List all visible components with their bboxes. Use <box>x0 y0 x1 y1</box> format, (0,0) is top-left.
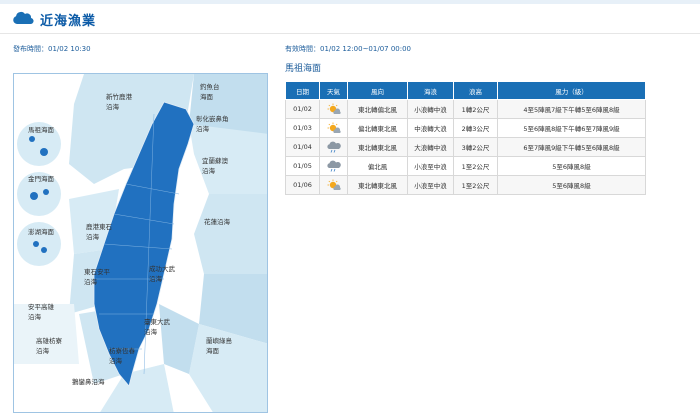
col-wind-dir: 風向 <box>347 81 408 100</box>
date-cell: 01/06 <box>285 175 320 195</box>
label-matsu: 馬祖海面 <box>28 126 54 134</box>
force-cell: 4至5陣風7級下午轉5至6陣風8級 <box>497 99 646 119</box>
zone-yilan[interactable] <box>194 194 268 274</box>
page-title: 近海漁業 <box>40 14 97 29</box>
label-hualien: 花蓮沿海 <box>204 218 230 226</box>
table-row: 01/03 偏北轉東北風 中浪轉大浪 2轉3公尺 5至6陣風8級下午轉6至7陣風9級 <box>285 118 646 138</box>
table-row: 01/02 東北轉偏北風 小浪轉中浪 1轉2公尺 4至5陣風7級下午轉5至6陣風8級 <box>285 99 646 119</box>
height-cell: 1至2公尺 <box>453 175 498 195</box>
wave-cell: 小浪轉中浪 <box>407 99 454 119</box>
label-dawu: 臺東大武 沿海 <box>144 318 170 336</box>
wind-dir-cell: 東北轉東北風 <box>347 175 408 195</box>
date-cell: 01/05 <box>285 156 320 176</box>
wind-dir-cell: 偏北風 <box>347 156 408 176</box>
label-eluanbi: 鵝鑾鼻沿海 <box>72 378 105 386</box>
label-dongshi: 東石安平 沿海 <box>84 268 110 286</box>
force-cell: 5至6陣風8級 <box>497 175 646 195</box>
date-cell: 01/04 <box>285 137 320 157</box>
cloud-icon <box>13 11 34 25</box>
label-penghu: 澎湖海面 <box>28 228 54 236</box>
date-cell: 01/02 <box>285 99 320 119</box>
fishery-map: 新竹鹿港 沿海 釣魚台 海面 彰化嵌鼻角 沿海 馬祖海面 金門海面 宜蘭蘇澳 沿… <box>13 73 268 413</box>
col-force: 風力（級） <box>497 81 646 100</box>
force-cell: 6至7陣風9級下午轉5至6陣風8級 <box>497 137 646 157</box>
cloudy-rain-icon <box>326 160 341 172</box>
height-cell: 2轉3公尺 <box>453 118 498 138</box>
label-anping: 安平高雄 沿海 <box>28 303 54 321</box>
label-kaohsiung: 高雄枋寮 沿海 <box>36 337 62 355</box>
weather-cell <box>319 137 348 157</box>
label-kinmen: 金門海面 <box>28 175 54 183</box>
col-wave: 海浪 <box>407 81 454 100</box>
date-cell: 01/03 <box>285 118 320 138</box>
height-cell: 3轉2公尺 <box>453 137 498 157</box>
label-lugang: 鹿港東石 沿海 <box>86 223 112 241</box>
table-header-row: 日期 天氣 風向 海浪 浪高 風力（級） <box>285 81 646 100</box>
wave-cell: 大浪轉中浪 <box>407 137 454 157</box>
force-cell: 5至6陣風8級下午轉6至7陣風9級 <box>497 118 646 138</box>
label-hsinchu: 新竹鹿港 沿海 <box>106 93 132 111</box>
forecast-table: 日期 天氣 風向 海浪 浪高 風力（級） 01/02 東北轉偏北風 小浪轉中浪 1轉2… <box>285 81 646 195</box>
area-title: 馬祖海面 <box>285 64 322 74</box>
table-row: 01/05 偏北風 小浪至中浪 1至2公尺 5至6陣風8級 <box>285 156 646 176</box>
weather-cell <box>319 118 348 138</box>
sunny-cloudy-icon <box>327 103 341 114</box>
label-yilan: 宜蘭蘇澳 沿海 <box>202 157 228 175</box>
table-row: 01/04 東北轉東北風 大浪轉中浪 3轉2公尺 6至7陣風9級下午轉5至6陣風8級 <box>285 137 646 157</box>
col-height: 浪高 <box>453 81 498 100</box>
label-taitung: 蘭嶼綠島 海面 <box>206 337 232 355</box>
col-weather: 天氣 <box>319 81 348 100</box>
label-chenggong: 成功大武 沿海 <box>149 265 175 283</box>
label-keelung: 彰化嵌鼻角 沿海 <box>196 115 229 133</box>
wave-cell: 中浪轉大浪 <box>407 118 454 138</box>
wind-dir-cell: 偏北轉東北風 <box>347 118 408 138</box>
weather-cell <box>319 99 348 119</box>
label-fangliao: 枋寮恆春 沿海 <box>109 347 135 365</box>
wave-cell: 小浪至中浪 <box>407 175 454 195</box>
cloudy-rain-icon <box>326 141 341 153</box>
height-cell: 1至2公尺 <box>453 156 498 176</box>
label-diaoyutai: 釣魚台 海面 <box>200 83 220 101</box>
valid-time: 有效時間：01/02 12:00~01/07 00:00 <box>285 45 412 53</box>
table-row: 01/06 東北轉東北風 小浪至中浪 1至2公尺 5至6陣風8級 <box>285 175 646 195</box>
col-date: 日期 <box>285 81 320 100</box>
weather-cell <box>319 156 348 176</box>
zone-keelung[interactable] <box>189 124 268 194</box>
height-cell: 1轉2公尺 <box>453 99 498 119</box>
wave-cell: 小浪至中浪 <box>407 156 454 176</box>
wind-dir-cell: 東北轉偏北風 <box>347 99 408 119</box>
sunny-cloudy-icon <box>327 122 341 133</box>
issued-time: 發布時間：01/02 10:30 <box>13 45 91 53</box>
sunny-cloudy-icon <box>327 179 341 190</box>
wind-dir-cell: 東北轉東北風 <box>347 137 408 157</box>
force-cell: 5至6陣風8級 <box>497 156 646 176</box>
page-header: 近海漁業 <box>0 4 700 34</box>
weather-cell <box>319 175 348 195</box>
